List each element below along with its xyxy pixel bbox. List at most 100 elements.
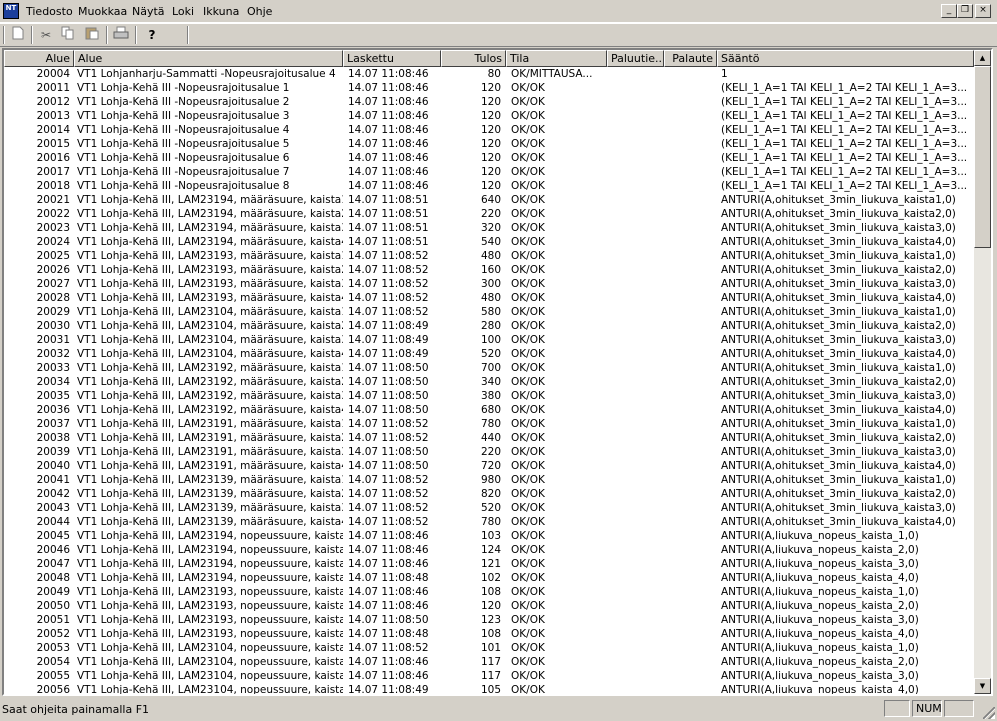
table-row[interactable]: 20036 VT1 Lohja-Kehä III, LAM23192, määrä… xyxy=(4,403,972,417)
cell-alue: VT1 Lohja-Kehä III, LAM23193, määräsuure… xyxy=(77,264,343,276)
table-row[interactable]: 20045 VT1 Lohja-Kehä III, LAM23194, nopeu… xyxy=(4,529,972,543)
table-row[interactable]: 20031 VT1 Lohja-Kehä III, LAM23104, määrä… xyxy=(4,333,972,347)
menu-nayta[interactable]: Näytä xyxy=(132,5,165,18)
table-row[interactable]: 20022 VT1 Lohja-Kehä III, LAM23194, määrä… xyxy=(4,207,972,221)
table-row[interactable]: 20021 VT1 Lohja-Kehä III, LAM23194, määrä… xyxy=(4,193,972,207)
table-row[interactable]: 20016 VT1 Lohja-Kehä III -Nopeusrajoitusa… xyxy=(4,151,972,165)
table-row[interactable]: 20024 VT1 Lohja-Kehä III, LAM23194, määrä… xyxy=(4,235,972,249)
cell-tulos: 680 xyxy=(480,404,501,416)
toolbar-separator xyxy=(187,26,189,44)
scroll-up-icon[interactable]: ▲ xyxy=(974,50,991,66)
table-row[interactable]: 20047 VT1 Lohja-Kehä III, LAM23194, nopeu… xyxy=(4,557,972,571)
table-row[interactable]: 20027 VT1 Lohja-Kehä III, LAM23193, määrä… xyxy=(4,277,972,291)
menu-loki[interactable]: Loki xyxy=(172,5,194,18)
table-row[interactable]: 20013 VT1 Lohja-Kehä III -Nopeusrajoitusa… xyxy=(4,109,972,123)
cell-alue-id: 20034 xyxy=(36,376,70,388)
table-row[interactable]: 20011 VT1 Lohja-Kehä III -Nopeusrajoitusa… xyxy=(4,81,972,95)
cell-alue-id: 20052 xyxy=(36,628,70,640)
cell-tulos: 120 xyxy=(480,96,501,108)
close-button[interactable]: × xyxy=(975,4,991,18)
vertical-scrollbar[interactable]: ▲ ▼ xyxy=(974,50,991,694)
cell-alue-id: 20016 xyxy=(36,152,70,164)
menu-tiedosto[interactable]: Tiedosto xyxy=(26,5,73,18)
menu-muokkaa[interactable]: Muokkaa xyxy=(78,5,127,18)
table-row[interactable]: 20028 VT1 Lohja-Kehä III, LAM23193, määrä… xyxy=(4,291,972,305)
table-row[interactable]: 20049 VT1 Lohja-Kehä III, LAM23193, nopeu… xyxy=(4,585,972,599)
table-row[interactable]: 20041 VT1 Lohja-Kehä III, LAM23139, määrä… xyxy=(4,473,972,487)
column-header-alue[interactable]: Alue xyxy=(74,50,343,67)
cell-saanto: ANTURI(A,liukuva_nopeus_kaista_3,0) xyxy=(721,614,919,626)
cell-tila: OK/OK xyxy=(511,82,545,94)
resize-grip-icon[interactable] xyxy=(983,707,995,719)
table-row[interactable]: 20026 VT1 Lohja-Kehä III, LAM23193, määrä… xyxy=(4,263,972,277)
table-row[interactable]: 20053 VT1 Lohja-Kehä III, LAM23104, nopeu… xyxy=(4,641,972,655)
table-row[interactable]: 20050 VT1 Lohja-Kehä III, LAM23193, nopeu… xyxy=(4,599,972,613)
table-row[interactable]: 20056 VT1 Lohja-Kehä III, LAM23104, nopeu… xyxy=(4,683,972,694)
menu-ikkuna[interactable]: Ikkuna xyxy=(203,5,239,18)
cell-tila: OK/OK xyxy=(511,278,545,290)
cell-tila: OK/OK xyxy=(511,362,545,374)
menu-ohje[interactable]: Ohje xyxy=(247,5,272,18)
column-header-palaute[interactable]: Palaute xyxy=(664,50,717,67)
cell-alue: VT1 Lohja-Kehä III, LAM23192, määräsuure… xyxy=(77,362,343,374)
table-row[interactable]: 20051 VT1 Lohja-Kehä III, LAM23193, nopeu… xyxy=(4,613,972,627)
minimize-button[interactable]: _ xyxy=(941,4,957,18)
table-row[interactable]: 20037 VT1 Lohja-Kehä III, LAM23191, määrä… xyxy=(4,417,972,431)
table-row[interactable]: 20017 VT1 Lohja-Kehä III -Nopeusrajoitusa… xyxy=(4,165,972,179)
table-row[interactable]: 20048 VT1 Lohja-Kehä III, LAM23194, nopeu… xyxy=(4,571,972,585)
column-header-laskettu[interactable]: Laskettu xyxy=(343,50,441,67)
cell-alue-id: 20042 xyxy=(36,488,70,500)
table-row[interactable]: 20025 VT1 Lohja-Kehä III, LAM23193, määrä… xyxy=(4,249,972,263)
paste-icon[interactable] xyxy=(82,26,102,44)
table-row[interactable]: 20042 VT1 Lohja-Kehä III, LAM23139, määrä… xyxy=(4,487,972,501)
table-row[interactable]: 20044 VT1 Lohja-Kehä III, LAM23139, määrä… xyxy=(4,515,972,529)
table-row[interactable]: 20052 VT1 Lohja-Kehä III, LAM23193, nopeu… xyxy=(4,627,972,641)
scroll-thumb[interactable] xyxy=(974,66,991,248)
copy-icon[interactable] xyxy=(58,26,78,44)
table-row[interactable]: 20035 VT1 Lohja-Kehä III, LAM23192, määrä… xyxy=(4,389,972,403)
new-document-icon[interactable] xyxy=(8,26,28,44)
column-header-paluutie[interactable]: Paluutie... xyxy=(607,50,664,67)
cell-tila: OK/OK xyxy=(511,320,545,332)
column-header-tulos[interactable]: Tulos xyxy=(441,50,506,67)
table-row[interactable]: 20014 VT1 Lohja-Kehä III -Nopeusrajoitusa… xyxy=(4,123,972,137)
table-row[interactable]: 20030 VT1 Lohja-Kehä III, LAM23104, määrä… xyxy=(4,319,972,333)
cell-alue-id: 20012 xyxy=(36,96,70,108)
table-row[interactable]: 20043 VT1 Lohja-Kehä III, LAM23139, määrä… xyxy=(4,501,972,515)
table-row[interactable]: 20038 VT1 Lohja-Kehä III, LAM23191, määrä… xyxy=(4,431,972,445)
table-row[interactable]: 20032 VT1 Lohja-Kehä III, LAM23104, määrä… xyxy=(4,347,972,361)
app-icon[interactable]: NT xyxy=(3,3,19,19)
cell-laskettu: 14.07 11:08:52 xyxy=(348,264,429,276)
print-icon[interactable] xyxy=(111,26,131,44)
cell-laskettu: 14.07 11:08:50 xyxy=(348,362,429,374)
table-row[interactable]: 20046 VT1 Lohja-Kehä III, LAM23194, nopeu… xyxy=(4,543,972,557)
cell-tila: OK/OK xyxy=(511,572,545,584)
column-header-alue-id[interactable]: Alue xyxy=(4,50,74,67)
cell-laskettu: 14.07 11:08:51 xyxy=(348,236,429,248)
table-row[interactable]: 20029 VT1 Lohja-Kehä III, LAM23104, määrä… xyxy=(4,305,972,319)
log-list[interactable]: Alue Alue Laskettu Tulos Tila Paluutie..… xyxy=(2,48,993,696)
table-row[interactable]: 20034 VT1 Lohja-Kehä III, LAM23192, määrä… xyxy=(4,375,972,389)
table-row[interactable]: 20015 VT1 Lohja-Kehä III -Nopeusrajoitusa… xyxy=(4,137,972,151)
table-row[interactable]: 20018 VT1 Lohja-Kehä III -Nopeusrajoitusa… xyxy=(4,179,972,193)
restore-button[interactable]: ❐ xyxy=(957,4,973,18)
cell-alue: VT1 Lohja-Kehä III, LAM23139, määräsuure… xyxy=(77,474,343,486)
table-row[interactable]: 20012 VT1 Lohja-Kehä III -Nopeusrajoitusa… xyxy=(4,95,972,109)
column-header-saanto[interactable]: Sääntö xyxy=(717,50,974,67)
cell-saanto: (KELI_1_A=1 TAI KELI_1_A=2 TAI KELI_1_A=… xyxy=(721,96,968,108)
toolbar-separator xyxy=(135,26,137,44)
table-row[interactable]: 20033 VT1 Lohja-Kehä III, LAM23192, määrä… xyxy=(4,361,972,375)
table-row[interactable]: 20040 VT1 Lohja-Kehä III, LAM23191, määrä… xyxy=(4,459,972,473)
table-row[interactable]: 20004 VT1 Lohjanharju-Sammatti -Nopeusraj… xyxy=(4,67,972,81)
table-row[interactable]: 20039 VT1 Lohja-Kehä III, LAM23191, määrä… xyxy=(4,445,972,459)
scroll-down-icon[interactable]: ▼ xyxy=(974,678,991,694)
cell-alue-id: 20032 xyxy=(36,348,70,360)
cell-alue-id: 20050 xyxy=(36,600,70,612)
column-header-tila[interactable]: Tila xyxy=(506,50,607,67)
table-row[interactable]: 20055 VT1 Lohja-Kehä III, LAM23104, nopeu… xyxy=(4,669,972,683)
table-row[interactable]: 20054 VT1 Lohja-Kehä III, LAM23104, nopeu… xyxy=(4,655,972,669)
help-icon[interactable]: ? xyxy=(142,26,162,44)
table-row[interactable]: 20023 VT1 Lohja-Kehä III, LAM23194, määrä… xyxy=(4,221,972,235)
cell-saanto: ANTURI(A,liukuva_nopeus_kaista_4,0) xyxy=(721,572,919,584)
cut-icon[interactable]: ✂ xyxy=(36,26,56,44)
